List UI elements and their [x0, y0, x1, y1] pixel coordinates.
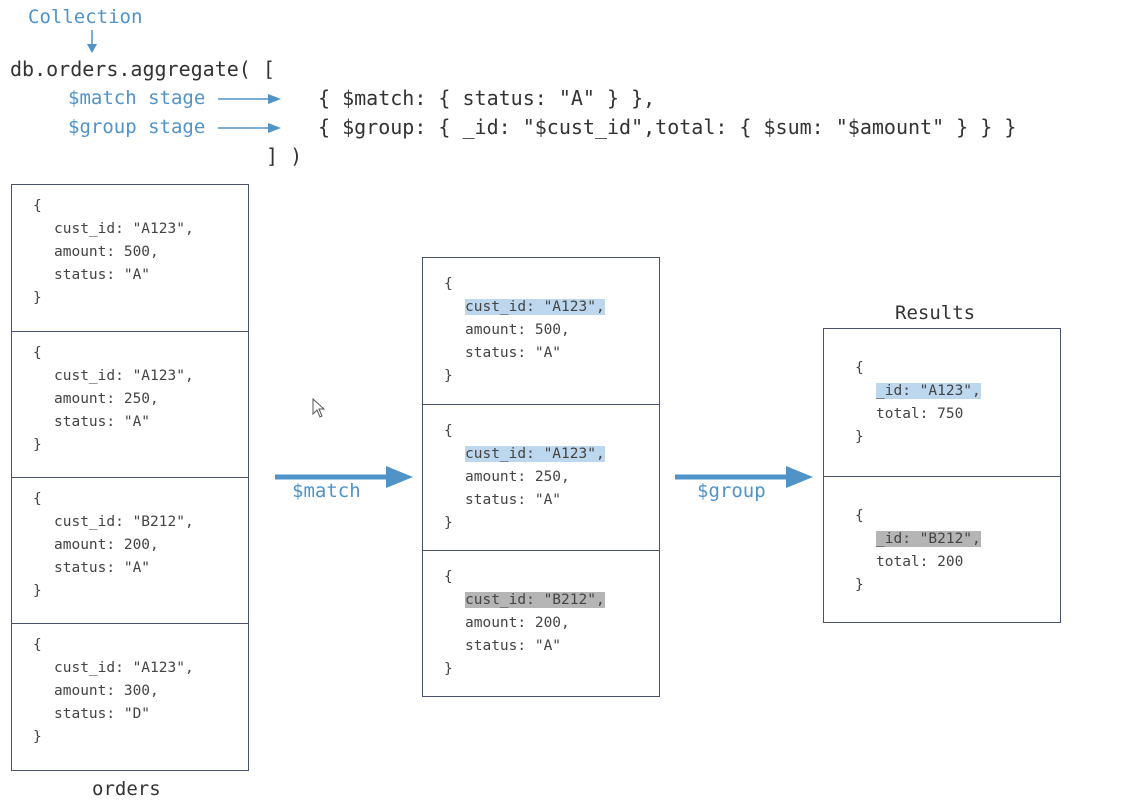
group-stage-arrow-icon [218, 123, 281, 133]
document-field: amount: 200, [465, 615, 570, 631]
document-field: _id: "A123", [876, 383, 981, 399]
document-field: amount: 300, [54, 683, 159, 699]
document-field: amount: 250, [465, 469, 570, 485]
close-brace: } [855, 429, 864, 445]
close-brace: } [444, 515, 453, 531]
document-field: total: 200 [876, 554, 964, 570]
document-field: status: "A" [54, 414, 151, 430]
match-stage-code: { $match: { status: "A" } }, [318, 86, 656, 110]
mouse-cursor-icon [312, 397, 326, 418]
document: { cust_id: "A123", amount: 250, status: "A"… [33, 342, 194, 457]
document: { cust_id: "A123", amount: 500, status: "A"… [33, 195, 194, 310]
aggregate-call: db.orders.aggregate( [ [10, 57, 275, 81]
document-cell: { cust_id: "B212", amount: 200, status: "A"… [423, 550, 659, 697]
document-cell: { _id: "A123", total: 750} [824, 329, 1060, 476]
open-brace: { [33, 198, 42, 214]
results-caption: Results [895, 302, 976, 324]
document-field: status: "A" [465, 345, 562, 361]
document-cell: { cust_id: "A123", amount: 500, status: "A"… [423, 258, 659, 404]
document-field: status: "A" [465, 492, 562, 508]
open-brace: { [33, 491, 42, 507]
aggregation-diagram: Collection db.orders.aggregate( [ $match… [0, 0, 1134, 804]
open-brace: { [444, 423, 453, 439]
document-cell: { cust_id: "A123", amount: 300, status: "D"… [12, 623, 248, 770]
document-field: cust_id: "B212", [54, 514, 194, 530]
document-field: amount: 250, [54, 391, 159, 407]
orders-caption: orders [92, 778, 161, 800]
document-field: status: "A" [465, 638, 562, 654]
group-stage-code: { $group: { _id: "$cust_id",total: { $su… [318, 115, 1017, 139]
document-field: cust_id: "A123", [465, 299, 605, 315]
document-field: _id: "B212", [876, 531, 981, 547]
document: { cust_id: "A123", amount: 300, status: "D"… [33, 634, 194, 749]
document: { _id: "B212", total: 200} [855, 505, 981, 597]
document-cell: { cust_id: "A123", amount: 250, status: "A"… [423, 404, 659, 551]
aggregate-close: ] ) [266, 144, 303, 168]
document: { cust_id: "B212", amount: 200, status: "A"… [33, 488, 194, 603]
document-cell: { cust_id: "A123", amount: 250, status: "A"… [12, 331, 248, 478]
document: { cust_id: "B212", amount: 200, status: "A"… [444, 566, 605, 681]
document-field: total: 750 [876, 406, 964, 422]
close-brace: } [33, 437, 42, 453]
close-brace: } [33, 583, 42, 599]
document-field: cust_id: "A123", [54, 221, 194, 237]
open-brace: { [444, 569, 453, 585]
document-cell: { cust_id: "A123", amount: 500, status: "A"… [12, 185, 248, 331]
close-brace: } [855, 577, 864, 593]
match-stage-label: $match stage [68, 87, 206, 109]
document-field: cust_id: "A123", [54, 660, 194, 676]
open-brace: { [33, 637, 42, 653]
matched-documents-box: { cust_id: "A123", amount: 500, status: "A"… [422, 257, 660, 697]
document-cell: { _id: "B212", total: 200} [824, 476, 1060, 624]
document: { cust_id: "A123", amount: 500, status: "A"… [444, 273, 605, 388]
document-field: cust_id: "A123", [465, 446, 605, 462]
results-box: { _id: "A123", total: 750} { _id: "B212", tot… [823, 328, 1061, 623]
open-brace: { [855, 508, 864, 524]
open-brace: { [444, 276, 453, 292]
orders-collection-box: { cust_id: "A123", amount: 500, status: "A"… [11, 184, 249, 771]
document-field: status: "A" [54, 560, 151, 576]
document: { cust_id: "A123", amount: 250, status: "A"… [444, 420, 605, 535]
open-brace: { [33, 345, 42, 361]
document-field: amount: 500, [465, 322, 570, 338]
close-brace: } [33, 290, 42, 306]
document-field: amount: 200, [54, 537, 159, 553]
match-stage-arrow-icon [218, 94, 281, 104]
close-brace: } [444, 661, 453, 677]
open-brace: { [855, 360, 864, 376]
match-arrow-label: $match [292, 480, 361, 502]
document-field: cust_id: "A123", [54, 368, 194, 384]
document-cell: { cust_id: "B212", amount: 200, status: "A"… [12, 477, 248, 624]
document: { _id: "A123", total: 750} [855, 357, 981, 449]
close-brace: } [444, 368, 453, 384]
document-field: status: "A" [54, 267, 151, 283]
document-field: cust_id: "B212", [465, 592, 605, 608]
group-arrow-label: $group [697, 480, 766, 502]
group-stage-label: $group stage [68, 116, 206, 138]
close-brace: } [33, 729, 42, 745]
document-field: amount: 500, [54, 244, 159, 260]
document-field: status: "D" [54, 706, 151, 722]
collection-arrow-icon [87, 30, 97, 53]
